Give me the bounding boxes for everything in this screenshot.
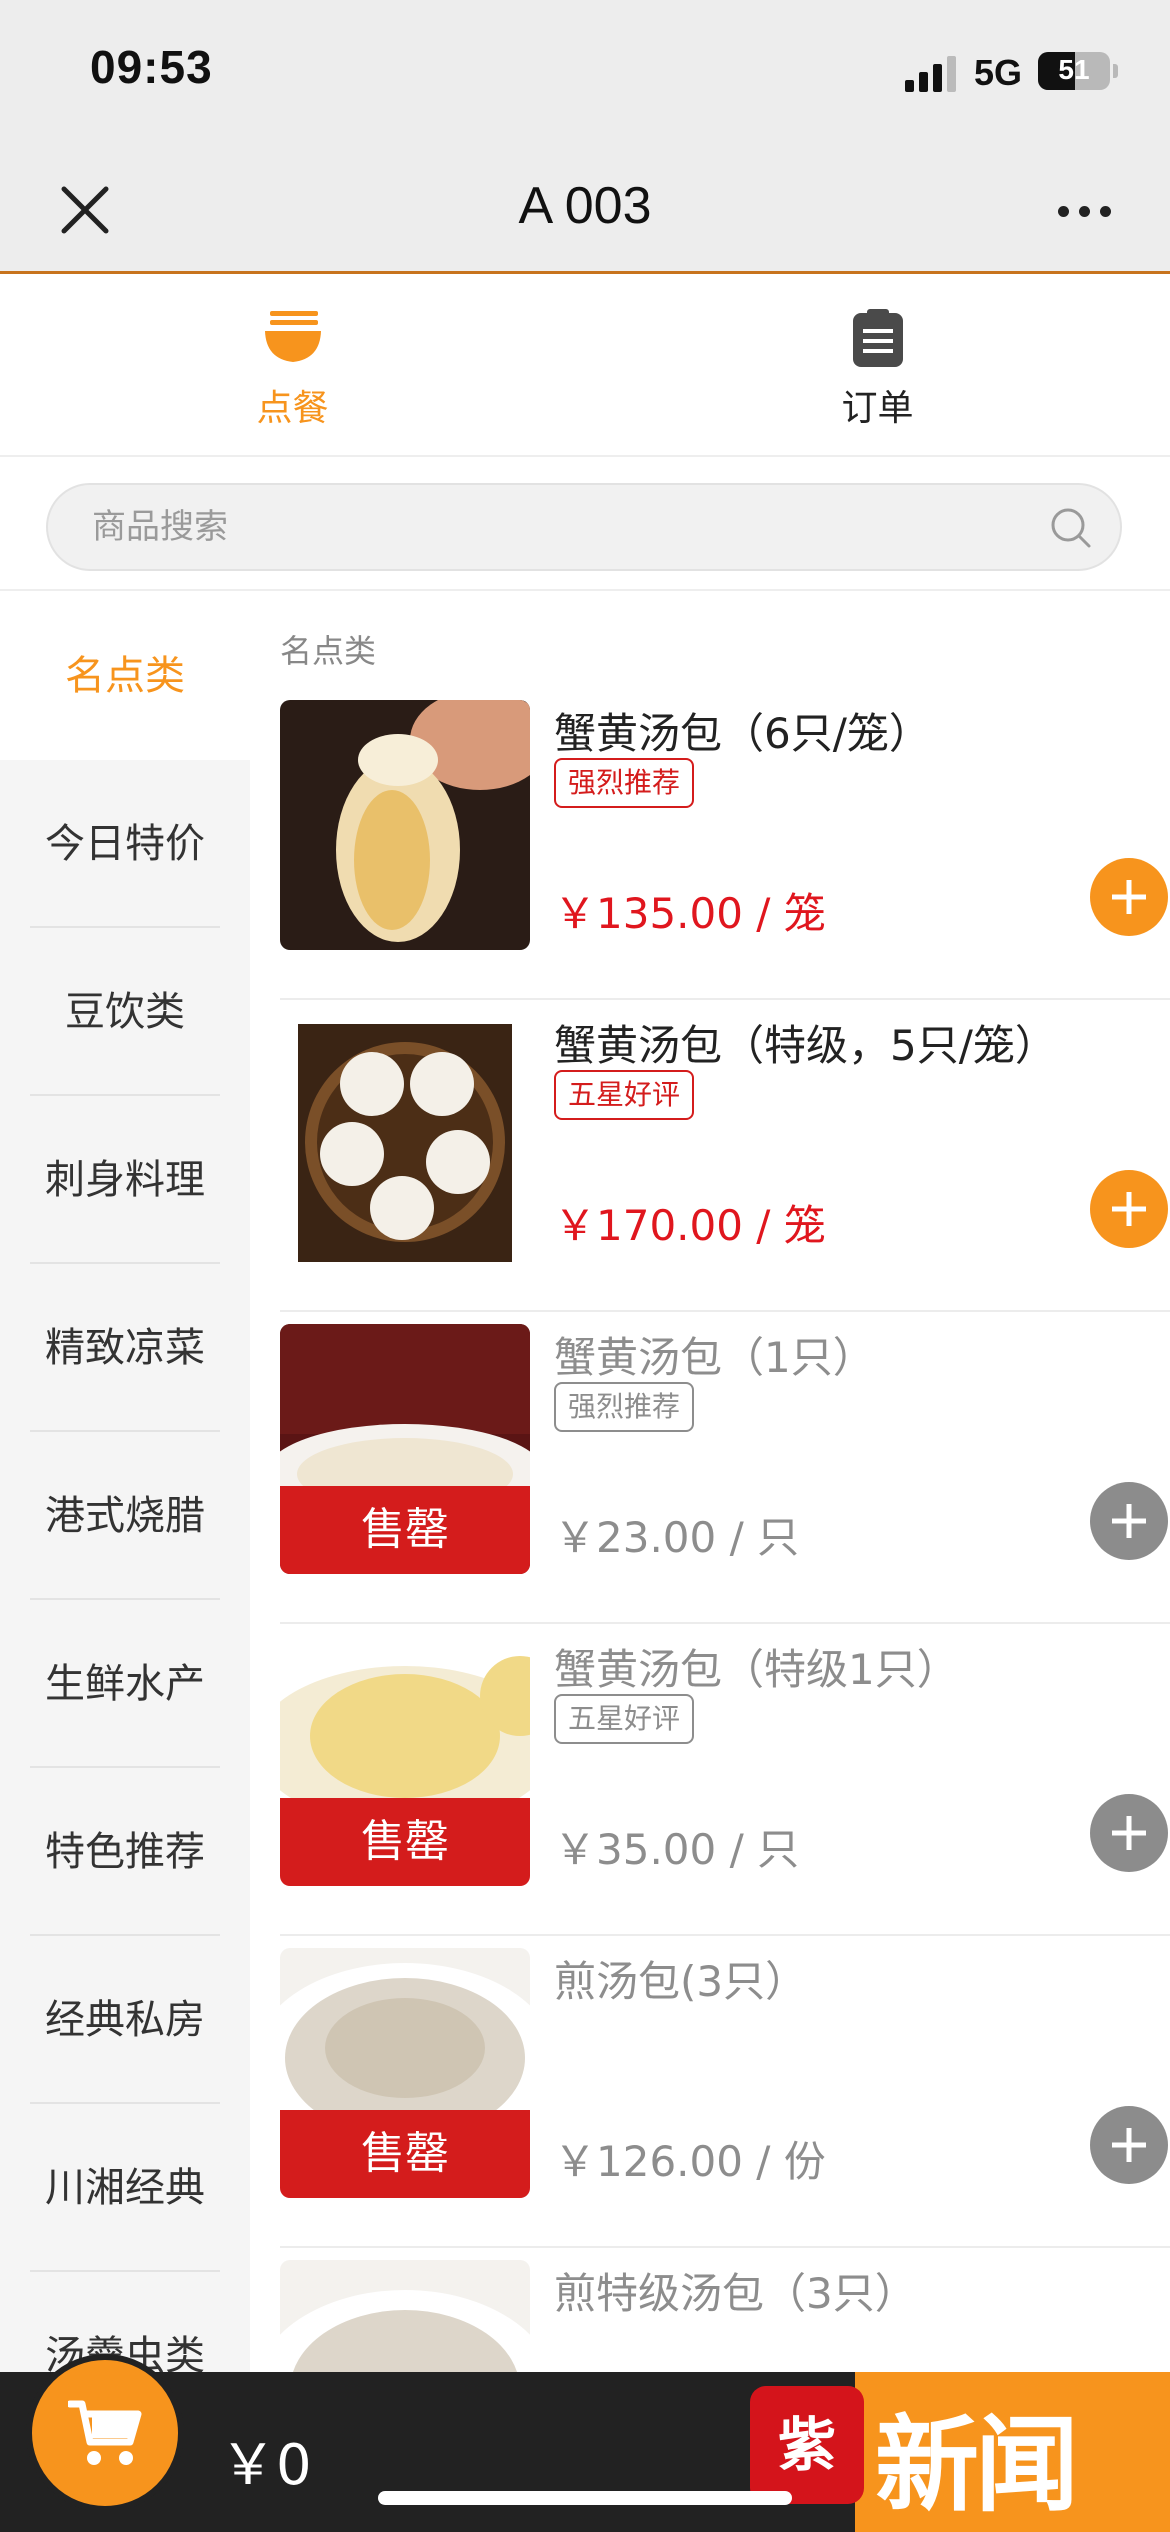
category-item[interactable]: 名点类 (0, 592, 250, 760)
category-item[interactable]: 豆饮类 (0, 928, 250, 1096)
product-name: 煎汤包(3只） (554, 1957, 808, 2006)
product-tag: 五星好评 (554, 1694, 695, 1744)
product-list: 名点类 蟹黄汤包（6只/笼） 强烈推荐 ￥135.00 / 笼 蟹黄汤包（特级，… (250, 592, 1170, 2372)
product-item[interactable]: 煎特级汤包（3只） (280, 2248, 1170, 2372)
page-title: A 003 (518, 177, 652, 235)
product-tag: 五星好评 (554, 1070, 695, 1120)
add-to-cart-button[interactable] (1090, 1482, 1168, 1560)
cart-total: ￥0 (220, 2433, 312, 2498)
category-label: 豆饮类 (65, 989, 185, 1035)
tab-bar: 点餐 订单 (0, 277, 1170, 457)
product-name: 蟹黄汤包（1只） (554, 1333, 875, 1382)
cart-bar: ￥0 紫牛 新闻 (0, 2354, 1170, 2532)
sold-out-label: 售罄 (280, 1486, 530, 1574)
news-watermark-logo: 紫牛 新闻 (750, 2380, 1160, 2532)
cellular-signal-icon (905, 56, 957, 92)
nav-bar: A 003 (0, 140, 1170, 274)
product-price: ￥135.00 / 笼 (554, 889, 826, 938)
search-box[interactable] (46, 483, 1122, 571)
tab-orders[interactable]: 订单 (585, 277, 1170, 457)
battery-icon: 51 (1038, 52, 1110, 90)
product-name: 蟹黄汤包（特级，5只/笼） (554, 1021, 1057, 1070)
product-name: 蟹黄汤包（特级1只） (554, 1645, 959, 1694)
product-image: 售罄 (280, 1636, 530, 1886)
cart-button[interactable] (26, 2354, 184, 2512)
product-item[interactable]: 售罄 蟹黄汤包（特级1只） 五星好评 ￥35.00 / 只 (280, 1624, 1170, 1936)
more-button[interactable] (1050, 180, 1120, 240)
category-item[interactable]: 今日特价 (0, 760, 250, 928)
add-to-cart-button[interactable] (1090, 858, 1168, 936)
tab-label: 点餐 (256, 388, 329, 429)
category-label: 名点类 (65, 653, 185, 699)
category-label: 川湘经典 (45, 2165, 205, 2211)
category-item[interactable]: 港式烧腊 (0, 1432, 250, 1600)
category-item[interactable]: 刺身料理 (0, 1096, 250, 1264)
product-image (280, 700, 530, 950)
category-item[interactable]: 川湘经典 (0, 2104, 250, 2272)
category-item[interactable]: 生鲜水产 (0, 1600, 250, 1768)
network-type: 5G (974, 52, 1023, 93)
category-label: 特色推荐 (45, 1829, 205, 1875)
category-label: 生鲜水产 (45, 1661, 205, 1707)
bowl-icon (264, 311, 321, 362)
battery-percent: 51 (1058, 54, 1090, 85)
category-item[interactable]: 特色推荐 (0, 1768, 250, 1936)
search-icon[interactable] (1048, 505, 1094, 551)
product-tag: 强烈推荐 (554, 1382, 695, 1432)
product-name: 煎特级汤包（3只） (554, 2269, 917, 2318)
product-item[interactable]: 蟹黄汤包（6只/笼） 强烈推荐 ￥135.00 / 笼 (280, 688, 1170, 1000)
category-item[interactable]: 经典私房 (0, 1936, 250, 2104)
category-label: 刺身料理 (45, 1157, 205, 1203)
watermark-text: 新闻 (875, 2403, 1079, 2526)
status-bar: 09:53 5G 51 (0, 0, 1170, 140)
product-image (280, 1012, 530, 1262)
category-label: 精致凉菜 (45, 1325, 205, 1371)
product-item[interactable]: 售罄 蟹黄汤包（1只） 强烈推荐 ￥23.00 / 只 (280, 1312, 1170, 1624)
category-sidebar: 名点类 今日特价 豆饮类 刺身料理 精致凉菜 港式烧腊 生鲜水产 特色推荐 经典… (0, 592, 250, 2372)
status-time: 09:53 (90, 41, 213, 93)
category-label: 港式烧腊 (45, 1493, 205, 1539)
tab-order-food[interactable]: 点餐 (0, 277, 585, 457)
product-image: 售罄 (280, 1948, 530, 2198)
product-item[interactable]: 蟹黄汤包（特级，5只/笼） 五星好评 ￥170.00 / 笼 (280, 1000, 1170, 1312)
tab-label: 订单 (841, 388, 914, 429)
battery-tip (1113, 64, 1118, 78)
product-price: ￥23.00 / 只 (554, 1513, 800, 1562)
add-to-cart-button[interactable] (1090, 2106, 1168, 2184)
product-image: 售罄 (280, 1324, 530, 1574)
home-indicator[interactable] (378, 2491, 792, 2505)
product-name: 蟹黄汤包（6只/笼） (554, 709, 931, 758)
sold-out-label: 售罄 (280, 1798, 530, 1886)
search-input[interactable] (92, 485, 992, 569)
section-title: 名点类 (280, 632, 377, 670)
category-label: 经典私房 (45, 1997, 205, 2043)
clipboard-icon (852, 309, 903, 367)
search-area (0, 459, 1170, 591)
product-price: ￥35.00 / 只 (554, 1825, 800, 1874)
watermark-badge: 紫牛 (750, 2386, 864, 2532)
product-price: ￥170.00 / 笼 (554, 1201, 826, 1250)
category-item[interactable]: 精致凉菜 (0, 1264, 250, 1432)
sold-out-label: 售罄 (280, 2110, 530, 2198)
add-to-cart-button[interactable] (1090, 1794, 1168, 1872)
product-tag: 强烈推荐 (554, 758, 695, 808)
product-item[interactable]: 售罄 煎汤包(3只） ￥126.00 / 份 (280, 1936, 1170, 2248)
add-to-cart-button[interactable] (1090, 1170, 1168, 1248)
product-image (280, 2260, 530, 2372)
cart-icon (68, 2400, 142, 2465)
product-price: ￥126.00 / 份 (554, 2137, 826, 2186)
category-label: 今日特价 (45, 821, 205, 867)
